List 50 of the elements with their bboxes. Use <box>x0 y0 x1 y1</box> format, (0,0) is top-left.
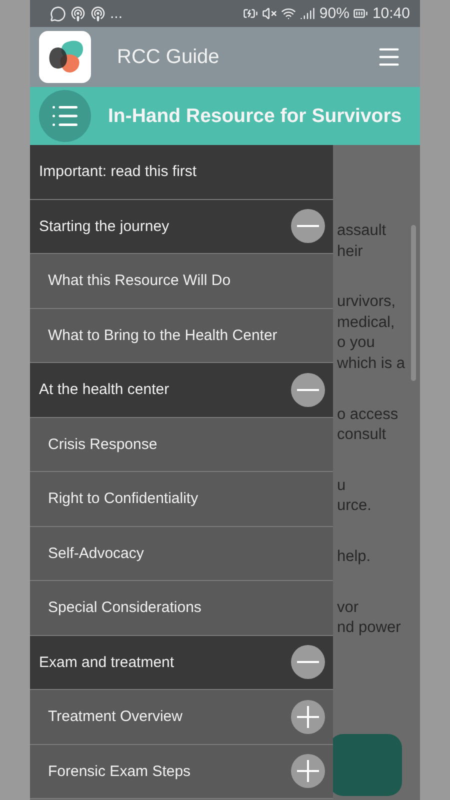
menu-item[interactable]: Special Considerations <box>30 581 333 636</box>
menu-section[interactable]: Exam and treatment <box>30 636 333 690</box>
text-line: nd power <box>337 618 402 638</box>
text-line: urce. <box>337 496 372 516</box>
minus-icon <box>297 388 319 391</box>
battery-saver-icon <box>243 6 258 21</box>
menu-item[interactable]: What to Bring to the Health Center <box>30 308 333 363</box>
app-title: RCC Guide <box>117 46 220 68</box>
chat-icon <box>50 6 66 22</box>
menu-section[interactable]: At the health center <box>30 363 333 418</box>
mute-icon <box>262 6 278 21</box>
header-title: In-Hand Resource for Survivors <box>108 104 402 128</box>
menu-section[interactable]: Important: read this first <box>30 145 333 200</box>
text-line: medical, <box>337 312 396 333</box>
minus-icon <box>297 661 319 664</box>
expand-button[interactable] <box>291 754 325 788</box>
plus-icon <box>297 706 319 728</box>
minus-icon <box>297 225 319 228</box>
signal-icon <box>300 6 316 21</box>
expand-button[interactable] <box>291 700 325 734</box>
collapse-button[interactable] <box>291 209 325 244</box>
menu-item[interactable]: What this Resource Will Do <box>30 254 333 308</box>
app-logo <box>39 31 91 83</box>
text-line: which is a <box>337 354 406 374</box>
text-line: vor <box>337 598 360 618</box>
plus-icon <box>297 760 319 782</box>
menu-item[interactable]: Self-Advocacy <box>30 526 333 581</box>
text-line: assault <box>337 221 388 241</box>
menu-item[interactable]: Forensic Exam Steps <box>30 744 333 799</box>
wifi-icon <box>281 6 296 21</box>
collapse-button[interactable] <box>291 645 325 680</box>
contents-button[interactable] <box>39 90 91 142</box>
menu-item[interactable]: Crisis Response <box>30 418 333 472</box>
collapse-button[interactable] <box>291 372 325 407</box>
menu-item[interactable]: Treatment Overview <box>30 690 333 744</box>
battery-percent: 90% <box>319 5 350 22</box>
menu-item[interactable]: Right to Confidentiality <box>30 472 333 526</box>
text-line: o you <box>337 333 376 354</box>
text-line: consult <box>337 425 388 446</box>
clock: 10:40 <box>372 5 410 22</box>
podcast-icon <box>90 6 106 22</box>
menu-section[interactable]: Starting the journey <box>30 200 333 254</box>
text-line: heir <box>337 242 364 262</box>
text-line: u <box>337 476 347 496</box>
more-notifications: ... <box>110 5 123 22</box>
text-line: o access <box>337 404 400 425</box>
battery-icon <box>353 6 368 21</box>
text-line: help. <box>337 546 372 567</box>
text-line: urvivors, <box>337 292 397 312</box>
podcast-icon <box>70 6 86 22</box>
